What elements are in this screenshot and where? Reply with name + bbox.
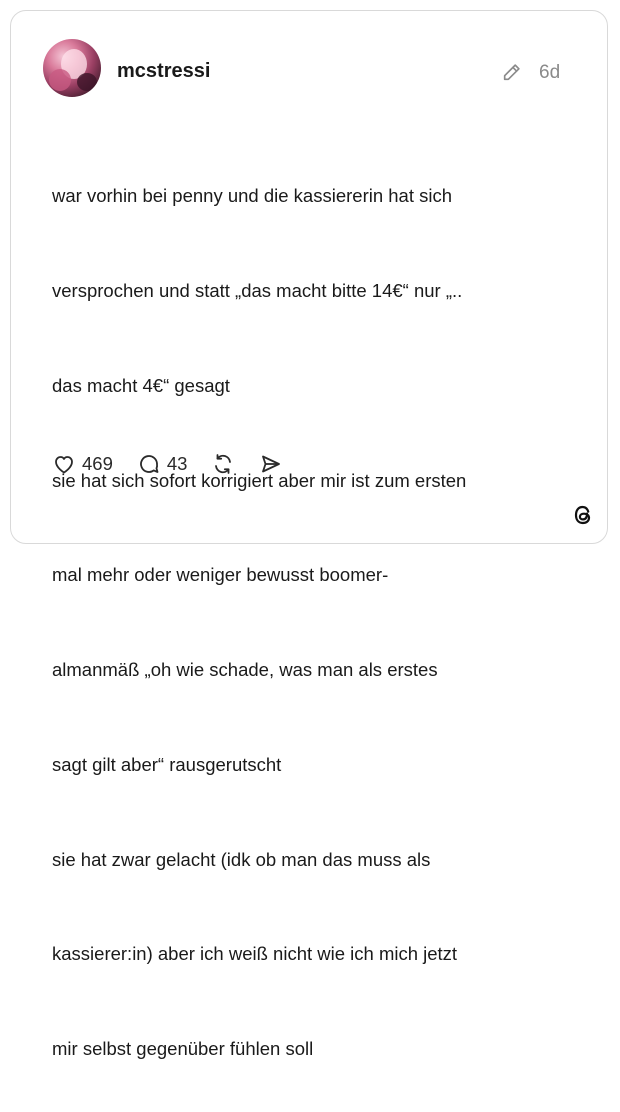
threads-logo-icon [574, 505, 591, 525]
avatar[interactable] [43, 39, 101, 97]
post-line: das macht 4€“ gesagt [52, 374, 230, 396]
post-line: mir selbst gegenüber fühlen soll [52, 1038, 314, 1060]
post-line: versprochen und statt „das macht bitte 1… [52, 279, 463, 301]
like-count: 469 [82, 453, 113, 474]
repost-button[interactable] [211, 452, 235, 476]
pencil-icon [503, 64, 520, 81]
post-card: mcstressi 6d war vorhin bei penny und di… [10, 10, 608, 1059]
like-button[interactable]: 469 [52, 452, 113, 476]
post-line: sie hat zwar gelacht (idk ob man das mus… [52, 848, 431, 870]
comment-bubble-icon [139, 455, 159, 473]
action-bar: 469 43 [52, 450, 307, 478]
heart-icon [55, 456, 73, 474]
send-icon [262, 455, 281, 473]
post-body: war vorhin bei penny und die kassiererin… [52, 117, 582, 1112]
username[interactable]: mcstressi [117, 59, 210, 83]
post-line: kassierer:in) aber ich weiß nicht wie ic… [52, 943, 458, 965]
repost-icon [215, 454, 232, 474]
post-line: sagt gilt aber“ rausgerutscht [52, 753, 282, 775]
reply-count: 43 [166, 453, 188, 474]
post-line: war vorhin bei penny und die kassiererin… [52, 185, 453, 207]
post-line: mal mehr oder weniger bewusst boomer- [52, 564, 389, 586]
post-line: almanmäß „oh wie schade, was man als ers… [52, 659, 438, 681]
post-time: 6d [539, 62, 561, 83]
reply-button[interactable]: 43 [137, 452, 188, 476]
share-button[interactable] [259, 452, 283, 476]
